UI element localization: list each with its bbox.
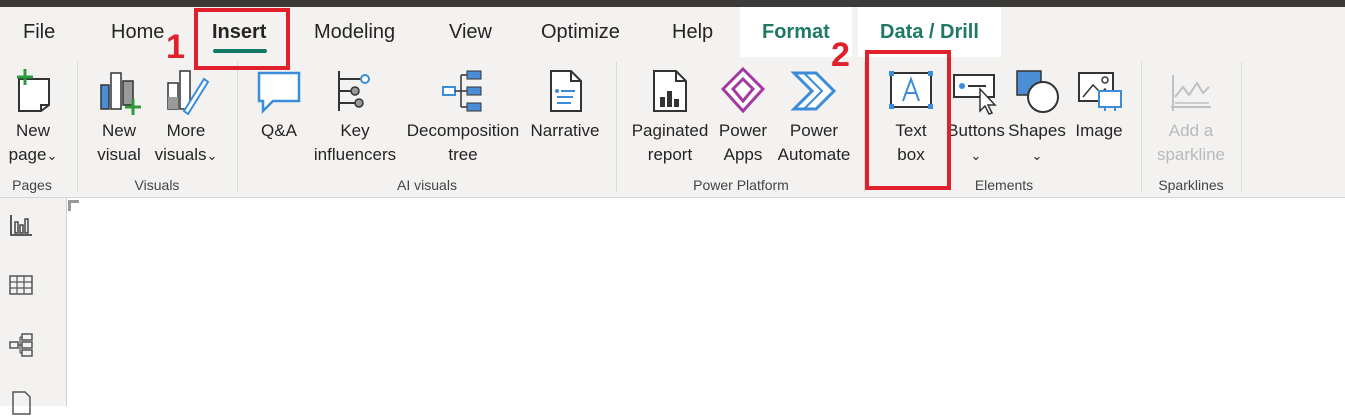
qa-button[interactable]: Q&A [249, 57, 309, 177]
table-view-icon[interactable] [8, 272, 34, 298]
chat-bubble-icon [257, 71, 301, 115]
more-visuals-label: More visuals⌄ [154, 121, 218, 164]
tab-home[interactable]: Home [111, 7, 164, 57]
chevron-down-icon: ⌄ [206, 148, 218, 163]
chevron-down-icon: ⌄ [46, 148, 58, 163]
chevron-down-icon: ⌄ [1031, 148, 1043, 163]
tab-optimize[interactable]: Optimize [541, 7, 620, 57]
view-sidebar [0, 198, 67, 415]
window-title-strip [0, 0, 1345, 7]
narrative-button[interactable]: Narrative [525, 57, 605, 177]
tab-file[interactable]: File [23, 7, 55, 57]
image-button[interactable]: Image [1068, 57, 1130, 177]
image-icon [1078, 72, 1122, 111]
power-apps-icon [720, 67, 766, 114]
chevron-down-icon: ⌄ [970, 148, 982, 163]
group-divider [1141, 62, 1142, 192]
shapes-button[interactable]: Shapes ⌄ [1006, 57, 1068, 177]
narrative-icon [550, 70, 582, 112]
group-pages-label: Pages [12, 177, 52, 193]
decomposition-tree-button[interactable]: Decomposition tree [401, 57, 525, 177]
annotation-marker-1: 1 [166, 28, 185, 66]
power-apps-button[interactable]: Power Apps [714, 57, 772, 177]
more-visuals-button[interactable]: More visuals⌄ [150, 57, 222, 177]
key-influencers-label: Key influencers [313, 121, 397, 164]
key-influencers-button[interactable]: Key influencers [309, 57, 401, 177]
buttons-icon [953, 74, 997, 115]
image-label: Image [1075, 121, 1123, 140]
power-apps-label: Power Apps [718, 121, 768, 164]
ribbon: New page⌄ Pages New visual More visuals⌄ … [0, 57, 1345, 198]
qa-label: Q&A [261, 121, 297, 140]
group-divider [77, 62, 78, 192]
power-automate-button[interactable]: Power Automate [774, 57, 854, 177]
tab-modeling[interactable]: Modeling [314, 7, 395, 57]
annotation-box-text-box [865, 50, 951, 190]
power-automate-label: Power Automate [777, 121, 851, 164]
key-influencers-icon [338, 71, 370, 111]
group-divider [1241, 62, 1242, 192]
group-power-platform-label: Power Platform [693, 177, 789, 193]
report-canvas-area [0, 198, 1345, 415]
annotation-box-insert-tab [194, 8, 290, 70]
shapes-icon [1016, 70, 1059, 113]
paginated-report-icon [653, 70, 687, 112]
annotation-marker-2: 2 [831, 36, 850, 74]
paginated-report-button[interactable]: Paginated report [628, 57, 712, 177]
add-sparkline-button[interactable]: Add a sparkline [1150, 57, 1232, 177]
sparkline-icon [1171, 75, 1211, 111]
group-divider [237, 62, 238, 192]
group-sparklines-label: Sparklines [1158, 177, 1224, 193]
group-visuals-label: Visuals [134, 177, 180, 193]
new-page-icon [17, 69, 50, 112]
buttons-button[interactable]: Buttons ⌄ [946, 57, 1006, 177]
dax-query-view-icon[interactable] [8, 390, 34, 416]
group-divider [616, 62, 617, 192]
shapes-label: Shapes ⌄ [1008, 121, 1066, 163]
new-visual-icon [100, 72, 141, 115]
more-visuals-icon [167, 70, 210, 115]
canvas-corner-marker [68, 200, 79, 211]
report-view-icon[interactable] [8, 212, 34, 238]
new-visual-button[interactable]: New visual [90, 57, 148, 177]
buttons-label: Buttons ⌄ [947, 121, 1005, 163]
new-page-label: New page⌄ [8, 121, 58, 164]
group-ai-visuals-label: AI visuals [397, 177, 457, 193]
new-page-button[interactable]: New page⌄ [2, 57, 64, 177]
tab-view[interactable]: View [449, 7, 492, 57]
add-sparkline-label: Add a sparkline [1156, 121, 1226, 164]
decomposition-tree-icon [442, 70, 482, 112]
tab-help[interactable]: Help [672, 7, 713, 57]
new-visual-label: New visual [97, 121, 141, 164]
decomposition-tree-label: Decomposition tree [406, 121, 520, 164]
model-view-icon[interactable] [8, 332, 34, 358]
narrative-label: Narrative [530, 121, 600, 140]
paginated-report-label: Paginated report [631, 121, 709, 164]
